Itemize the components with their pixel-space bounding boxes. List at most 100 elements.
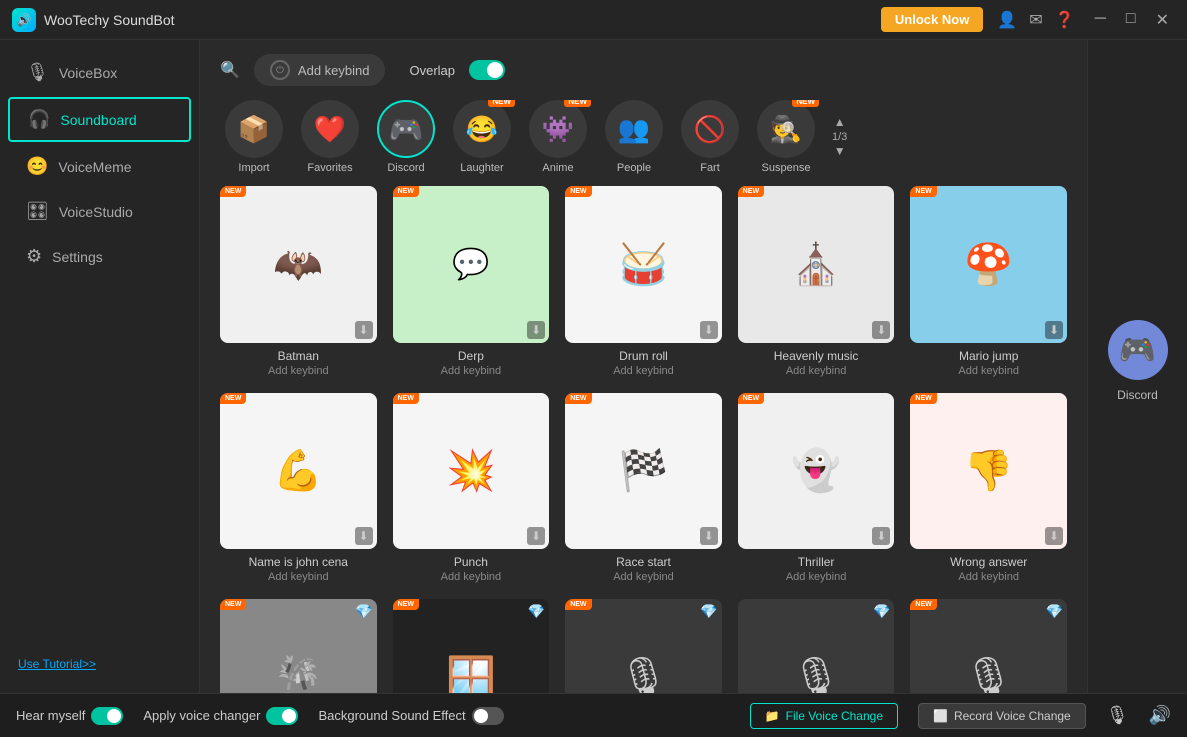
sound-keybind-punch[interactable]: Add keybind [441,571,502,583]
sound-card-heavenly[interactable]: NEW ⛪ ⬇ Heavenly music Add keybind [738,186,895,377]
sound-card-punch[interactable]: NEW 💥 ⬇ Punch Add keybind [393,393,550,584]
overlap-toggle[interactable] [469,60,505,80]
category-laughter-label: Laughter [460,162,503,174]
category-bar: 📦 Import ❤️ Favorites 🎮 Discord NEW 😂 [200,100,1087,186]
maximize-button[interactable]: □ [1120,8,1142,32]
sound-card-batman[interactable]: NEW 🦇 ⬇ Batman Add keybind [220,186,377,377]
sound-card-drum[interactable]: NEW 🥁 ⬇ Drum roll Add keybind [565,186,722,377]
category-fart-label: Fart [700,162,720,174]
sound-card-thriller[interactable]: NEW 👻 ⬇ Thriller Add keybind [738,393,895,584]
category-people[interactable]: 👥 People [600,100,668,174]
page-down-arrow[interactable]: ▼ [834,145,846,158]
overlap-label: Overlap [409,63,455,78]
category-favorites[interactable]: ❤️ Favorites [296,100,364,174]
sound-name-drum: Drum roll [619,349,668,363]
content-area: 🔍 ⏻ Add keybind Overlap 📦 Import ❤️ Favo… [200,40,1087,693]
category-suspense[interactable]: NEW 🕵 Suspense [752,100,820,174]
page-nav[interactable]: ▲ 1/3 ▼ [832,116,847,158]
sound-name-derp: Derp [458,349,484,363]
sound-card-race[interactable]: NEW 🏁 ⬇ Race start Add keybind [565,393,722,584]
sidebar-item-settings[interactable]: ⚙ Settings [8,236,191,277]
sound-keybind-wrong[interactable]: Add keybind [958,571,1019,583]
apply-voice-label: Apply voice changer [143,708,260,723]
voicememe-icon: 😊 [26,156,48,177]
category-anime-label: Anime [542,162,573,174]
bg-sound-item: Background Sound Effect [318,707,503,725]
apply-voice-item: Apply voice changer [143,707,298,725]
sound-keybind-drum[interactable]: Add keybind [613,365,674,377]
sound-name-johncena: Name is john cena [249,555,348,569]
search-icon[interactable]: 🔍 [220,60,240,80]
tutorial-link[interactable]: Use Tutorial>> [18,657,96,671]
sound-keybind-mario[interactable]: Add keybind [958,365,1019,377]
sound-card-mario[interactable]: NEW 🍄 ⬇ Mario jump Add keybind [910,186,1067,377]
category-discord[interactable]: 🎮 Discord [372,100,440,174]
category-anime-circle: NEW 👾 [529,100,587,158]
sidebar-item-soundboard[interactable]: 🎧 Soundboard [8,97,191,142]
sidebar-item-voicestudio[interactable]: 🎛 VoiceStudio [8,191,191,232]
record-voice-button[interactable]: ⬜ Record Voice Change [918,703,1086,729]
sound-name-mario: Mario jump [959,349,1018,363]
mic-button[interactable]: 🎙 [1106,705,1129,726]
right-panel: 🎮 Discord [1087,40,1187,693]
unlock-button[interactable]: Unlock Now [881,7,983,32]
sound-keybind-johncena[interactable]: Add keybind [268,571,329,583]
sound-keybind-thriller[interactable]: Add keybind [786,571,847,583]
person-icon[interactable]: 👤 [997,10,1017,30]
hear-myself-toggle[interactable] [91,707,123,725]
sound-name-thriller: Thriller [798,555,835,569]
sound-card-shattered[interactable]: NEW 🪟 💎 ⬇ Shattered [393,599,550,693]
sound-card-mic2[interactable]: 🎙 💎 ⬇ [738,599,895,693]
discord-label: Discord [1117,388,1158,402]
mail-icon[interactable]: ✉ [1029,10,1042,30]
sound-card-bamboo[interactable]: NEW 🎋 💎 ⬇ Bamboo [220,599,377,693]
voicebox-icon: 🎙 [26,62,49,83]
sound-card-wrong[interactable]: NEW 👎 ⬇ Wrong answer Add keybind [910,393,1067,584]
sound-keybind-race[interactable]: Add keybind [613,571,674,583]
sound-card-johncena[interactable]: NEW 💪 ⬇ Name is john cena Add keybind [220,393,377,584]
sound-keybind-batman[interactable]: Add keybind [268,365,329,377]
settings-icon: ⚙ [26,246,42,267]
category-people-circle: 👥 [605,100,663,158]
titlebar: 🔊 WooTechy SoundBot Unlock Now 👤 ✉ ❓ ─ □… [0,0,1187,40]
app-logo: 🔊 [12,8,36,32]
minimize-button[interactable]: ─ [1089,8,1112,32]
sound-grid: NEW 🦇 ⬇ Batman Add keybind NEW 💬 ⬇ Derp … [200,186,1087,693]
category-suspense-circle: NEW 🕵 [757,100,815,158]
sidebar-item-voicebox[interactable]: 🎙 VoiceBox [8,52,191,93]
record-icon: ⬜ [933,709,948,723]
sidebar: 🎙 VoiceBox 🎧 Soundboard 😊 VoiceMeme 🎛 Vo… [0,40,200,693]
category-laughter[interactable]: NEW 😂 Laughter [448,100,516,174]
sidebar-label-voicememe: VoiceMeme [58,159,131,175]
category-laughter-circle: NEW 😂 [453,100,511,158]
sound-name-punch: Punch [454,555,488,569]
voicestudio-icon: 🎛 [26,201,49,222]
sound-name-race: Race start [616,555,671,569]
bottombar: Hear myself Apply voice changer Backgrou… [0,693,1187,737]
add-keybind-button[interactable]: ⏻ Add keybind [254,54,386,86]
category-people-label: People [617,162,651,174]
category-import-circle: 📦 [225,100,283,158]
sound-card-mic3[interactable]: NEW 🎙 💎 ⬇ [910,599,1067,693]
file-voice-icon: 📁 [765,709,780,723]
bg-sound-toggle[interactable] [472,707,504,725]
sound-card-mic1[interactable]: NEW 🎙 💎 ⬇ [565,599,722,693]
sound-name-heavenly: Heavenly music [774,349,859,363]
page-indicator: 1/3 [832,131,847,143]
sound-keybind-derp[interactable]: Add keybind [441,365,502,377]
sound-card-derp[interactable]: NEW 💬 ⬇ Derp Add keybind [393,186,550,377]
category-import[interactable]: 📦 Import [220,100,288,174]
apply-voice-toggle[interactable] [266,707,298,725]
app-title: WooTechy SoundBot [44,12,881,28]
hear-myself-item: Hear myself [16,707,123,725]
sidebar-item-voicememe[interactable]: 😊 VoiceMeme [8,146,191,187]
volume-button[interactable]: 🔊 [1149,705,1171,726]
category-anime[interactable]: NEW 👾 Anime [524,100,592,174]
category-fart[interactable]: 🚫 Fart [676,100,744,174]
close-button[interactable]: ✕ [1150,8,1175,32]
help-icon[interactable]: ❓ [1055,10,1075,30]
discord-avatar[interactable]: 🎮 [1108,320,1168,380]
page-up-arrow[interactable]: ▲ [834,116,846,129]
file-voice-button[interactable]: 📁 File Voice Change [750,703,898,729]
sound-keybind-heavenly[interactable]: Add keybind [786,365,847,377]
